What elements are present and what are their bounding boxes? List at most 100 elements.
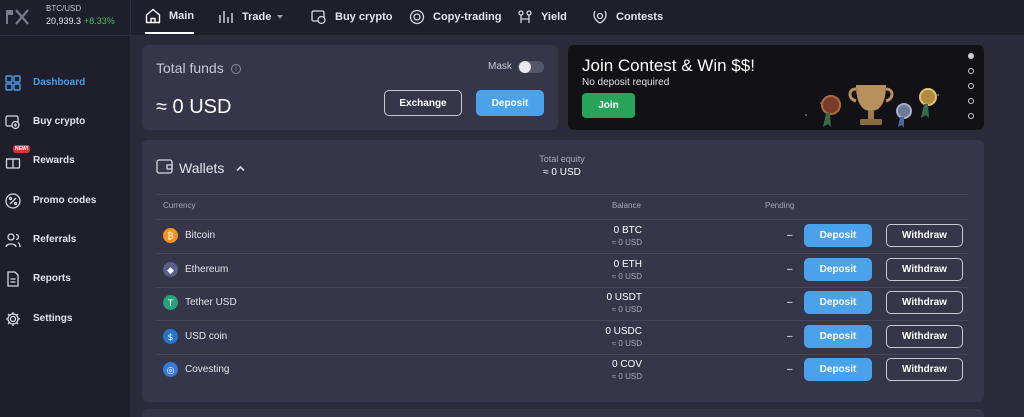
carousel-dot[interactable] [968, 98, 974, 104]
wallet-icon [156, 159, 173, 174]
mask-toggle[interactable] [518, 61, 544, 73]
coin-pending: – [787, 330, 793, 342]
wallets-title: Wallets [179, 160, 225, 176]
ticker-pair: BTC/USD [46, 4, 82, 13]
coin-glyph: ◎ [167, 366, 175, 376]
row-deposit-button[interactable]: Deposit [804, 324, 872, 348]
document-icon [7, 271, 19, 287]
chart-icon [219, 11, 233, 23]
coin-pending: – [787, 230, 793, 241]
total-equity-value: ≈ 0 USD [543, 167, 581, 178]
laurel-icon [593, 10, 607, 24]
total-equity-label: Total equity [539, 154, 585, 164]
coin-balance: 0 BTC [613, 225, 642, 236]
tab-copy-trading[interactable]: Copy-trading [409, 0, 501, 34]
ticker-price: 20,939.3 [46, 16, 82, 26]
coin-balance-usd: ≈ 0 USD [611, 271, 642, 281]
new-badge: NEW! [13, 145, 31, 153]
banner-subtitle: No deposit required [582, 77, 670, 88]
sidebar-item-settings[interactable]: Settings [0, 306, 131, 332]
sidebar-item-promo-codes[interactable]: Promo codes [0, 188, 131, 214]
tab-label: Trade [242, 11, 272, 23]
row-deposit-button[interactable]: Deposit [804, 291, 872, 314]
logo-icon[interactable] [4, 6, 30, 28]
carousel-dot[interactable] [968, 68, 974, 74]
divider [156, 194, 968, 195]
row-deposit-button[interactable]: Deposit [804, 257, 872, 281]
dashboard-icon [5, 75, 21, 91]
tab-yield[interactable]: Yield [517, 0, 567, 34]
trophy-medals-illustration [805, 85, 939, 128]
tab-label: Yield [541, 11, 567, 23]
tether-usd-icon: T [163, 295, 178, 310]
bitcoin-icon: ₿ [163, 228, 178, 243]
coin-balance: 0 COV [611, 359, 642, 370]
chevron-down-icon [277, 15, 284, 19]
gear-icon [6, 312, 20, 326]
row-withdraw-button[interactable]: Withdraw [886, 324, 963, 348]
tab-label: Main [169, 10, 195, 22]
table-row: ₿ Bitcoin 0 BTC ≈ 0 USD – Deposit Withdr… [142, 220, 982, 254]
top-navigation: Main Trade Buy crypto Copy-trading Yield… [131, 0, 1024, 36]
sidebar-item-rewards[interactable]: NEW! Rewards [0, 145, 131, 174]
total-funds-title: Total funds [156, 60, 224, 76]
sidebar-item-label: Rewards [33, 155, 75, 166]
coin-glyph: T [167, 299, 174, 309]
deposit-button[interactable]: Deposit [476, 90, 544, 116]
home-icon [145, 8, 161, 24]
coin-name: USD coin [185, 330, 228, 342]
mask-label: Mask [488, 61, 512, 72]
carousel-dot[interactable] [968, 113, 974, 119]
coin-glyph: ◆ [167, 266, 174, 276]
table-row: ◆ Ethereum 0 ETH ≈ 0 USD – Deposit Withd… [142, 254, 982, 288]
sidebar-item-label: Promo codes [33, 195, 97, 206]
row-withdraw-button[interactable]: Withdraw [886, 224, 963, 247]
sidebar-item-reports[interactable]: Reports [0, 266, 131, 292]
ethereum-icon: ◆ [163, 261, 178, 277]
carousel-dot[interactable] [968, 53, 974, 59]
row-deposit-button[interactable]: Deposit [804, 358, 872, 381]
carousel-dot[interactable] [968, 83, 974, 89]
gift-icon [5, 158, 21, 169]
sidebar-item-buy-crypto[interactable]: Buy crypto [0, 109, 131, 135]
tab-trade[interactable]: Trade [218, 0, 284, 34]
tab-contests[interactable]: Contests [592, 0, 663, 34]
column-header-pending: Pending [765, 201, 795, 210]
sidebar-item-dashboard[interactable]: Dashboard [0, 70, 131, 96]
column-header-balance: Balance [612, 201, 641, 210]
join-button[interactable]: Join [582, 93, 635, 118]
total-funds-card: Total funds i Mask ≈ 0 USD Exchange Depo… [142, 45, 558, 130]
coin-balance-usd: ≈ 0 USD [611, 338, 642, 348]
coin-glyph: ₿ [167, 231, 174, 242]
yield-icon [518, 10, 532, 23]
row-withdraw-button[interactable]: Withdraw [886, 358, 963, 381]
coin-name: Tether USD [185, 297, 237, 308]
sidebar: BTC/USD 20,939.3 +8.33% Dashboard Buy cr… [0, 0, 131, 417]
sidebar-item-label: Dashboard [33, 77, 86, 88]
tab-label: Copy-trading [433, 11, 502, 23]
carousel-dots [968, 53, 976, 128]
exchange-button[interactable]: Exchange [384, 90, 462, 116]
coin-pending: – [787, 297, 793, 308]
coin-pending: – [787, 364, 793, 375]
row-withdraw-button[interactable]: Withdraw [886, 291, 963, 314]
tab-buy-crypto[interactable]: Buy crypto [311, 0, 392, 34]
ticker-change: +8.33% [84, 16, 115, 26]
wallets-card: Wallets Total equity ≈ 0 USD Currency Ba… [142, 140, 984, 402]
tab-label: Contests [616, 11, 664, 23]
coin-balance-usd: ≈ 0 USD [611, 305, 642, 314]
chevron-up-icon[interactable] [236, 164, 245, 173]
sidebar-item-label: Settings [33, 313, 73, 324]
contest-banner[interactable]: Join Contest & Win $$! No deposit requir… [568, 45, 984, 130]
buy-crypto-icon [5, 115, 20, 130]
row-deposit-button[interactable]: Deposit [804, 224, 872, 247]
percent-icon [5, 193, 21, 209]
row-withdraw-button[interactable]: Withdraw [886, 257, 963, 281]
coin-balance: 0 USDT [606, 292, 642, 303]
info-icon[interactable]: i [231, 64, 241, 74]
sidebar-item-referrals[interactable]: Referrals [0, 227, 131, 253]
coin-name: Bitcoin [185, 230, 216, 241]
tab-label: Buy crypto [335, 11, 393, 23]
tab-main[interactable]: Main [145, 0, 195, 34]
column-header-currency: Currency [163, 201, 196, 210]
